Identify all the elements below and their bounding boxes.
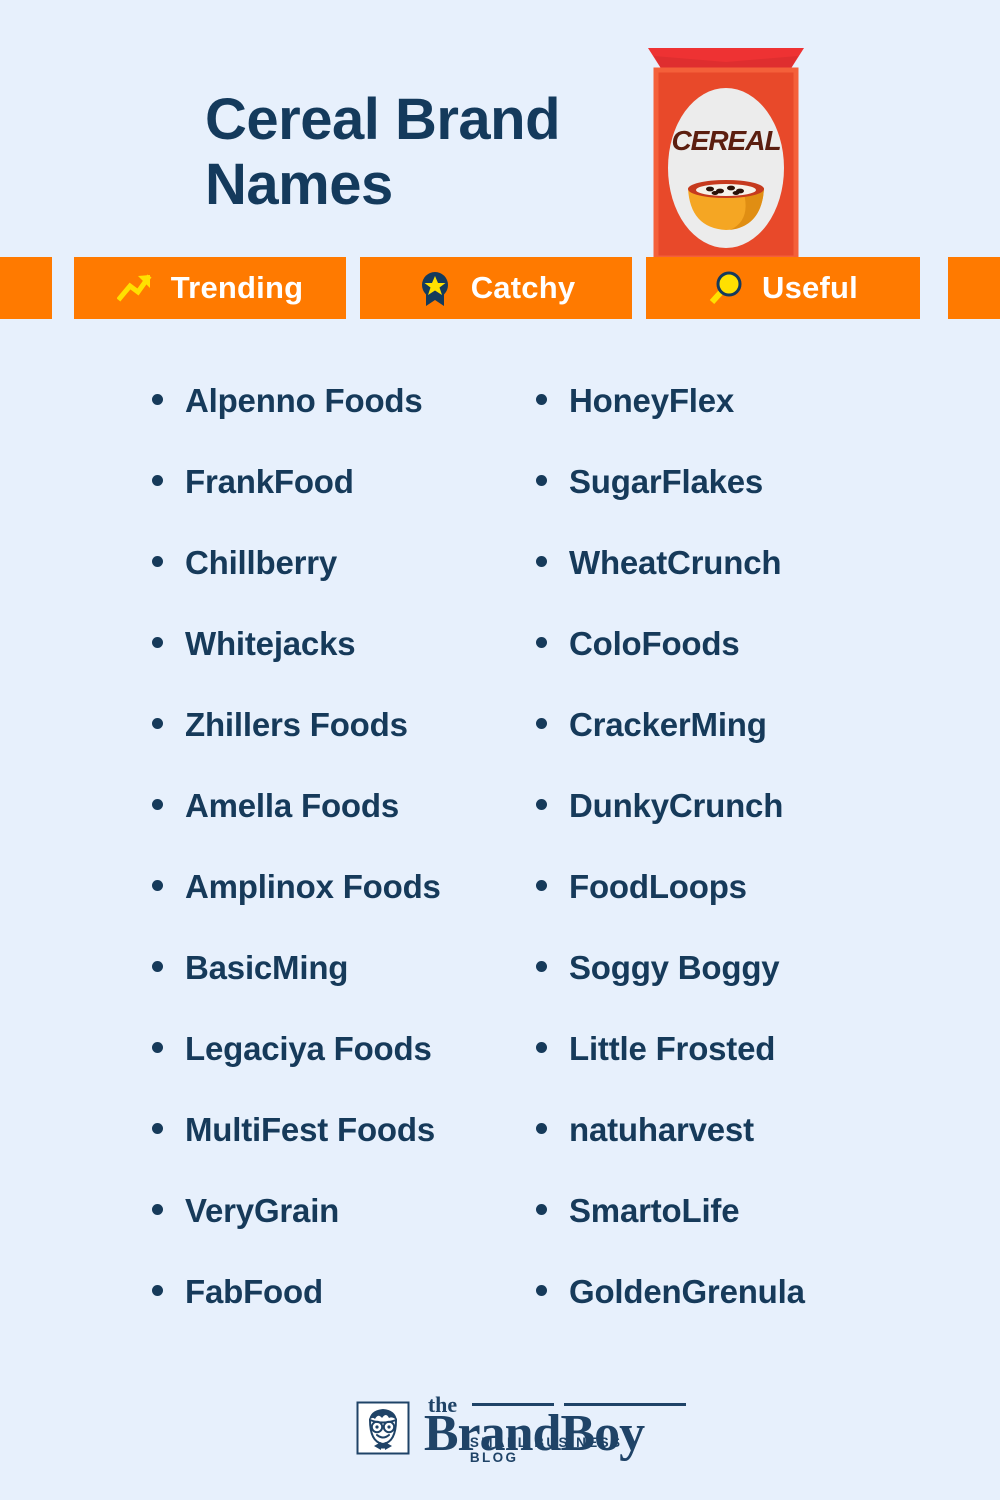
badge-trending-label: Trending	[170, 270, 304, 305]
list-item[interactable]: SmartoLife	[536, 1192, 936, 1273]
list-item[interactable]: Soggy Boggy	[536, 949, 936, 1030]
bullet-icon	[536, 394, 547, 405]
bullet-icon	[152, 718, 163, 729]
bullet-icon	[152, 1285, 163, 1296]
bullet-icon	[536, 799, 547, 810]
names-right-column: HoneyFlex SugarFlakes WheatCrunch ColoFo…	[536, 382, 936, 1354]
bullet-icon	[536, 556, 547, 567]
logo-rule-right	[563, 1403, 686, 1407]
bullet-icon	[536, 880, 547, 891]
name-label: FoodLoops	[569, 868, 747, 905]
bullet-icon	[152, 799, 163, 810]
names-section: Alpenno Foods FrankFood Chillberry White…	[0, 382, 1000, 1342]
list-item[interactable]: Amplinox Foods	[152, 868, 552, 949]
name-label: MultiFest Foods	[185, 1111, 435, 1148]
list-item[interactable]: HoneyFlex	[536, 382, 936, 463]
list-item[interactable]: SugarFlakes	[536, 463, 936, 544]
cereal-box-label: CEREAL	[671, 125, 780, 156]
name-label: FrankFood	[185, 463, 354, 500]
trending-up-icon	[116, 274, 152, 302]
name-label: CrackerMing	[569, 706, 767, 743]
name-label: VeryGrain	[185, 1192, 340, 1229]
list-item[interactable]: GoldenGrenula	[536, 1273, 936, 1354]
name-label: DunkyCrunch	[569, 787, 784, 824]
bullet-icon	[152, 880, 163, 891]
name-label: Little Frosted	[569, 1030, 776, 1067]
name-label: Alpenno Foods	[185, 382, 423, 419]
list-item[interactable]: CrackerMing	[536, 706, 936, 787]
logo-the: the	[427, 1392, 458, 1418]
bullet-icon	[536, 718, 547, 729]
list-item[interactable]: VeryGrain	[152, 1192, 552, 1273]
name-label: Chillberry	[185, 544, 338, 581]
list-item[interactable]: Zhillers Foods	[152, 706, 552, 787]
cereal-box-illustration: CEREAL	[648, 48, 804, 261]
badge-tab-right	[948, 257, 1000, 319]
name-label: BasicMing	[185, 949, 349, 986]
bullet-icon	[152, 556, 163, 567]
name-label: FabFood	[185, 1273, 323, 1310]
list-item[interactable]: MultiFest Foods	[152, 1111, 552, 1192]
bullet-icon	[536, 1285, 547, 1296]
cereal-box-svg: CEREAL	[648, 48, 804, 261]
badge-useful-label: Useful	[762, 270, 858, 305]
magnifying-glass-icon	[709, 271, 742, 305]
name-label: Amella Foods	[185, 787, 399, 824]
list-item[interactable]: FrankFood	[152, 463, 552, 544]
name-label: ColoFoods	[569, 625, 740, 662]
bullet-icon	[152, 475, 163, 486]
names-left-column: Alpenno Foods FrankFood Chillberry White…	[152, 382, 552, 1354]
name-label: Legaciya Foods	[185, 1030, 432, 1067]
bullet-icon	[152, 637, 163, 648]
badge-bar: Trending Catchy Useful	[0, 257, 1000, 319]
name-label: Zhillers Foods	[185, 706, 408, 743]
bullet-icon	[536, 1123, 547, 1134]
list-item[interactable]: Alpenno Foods	[152, 382, 552, 463]
name-label: GoldenGrenula	[569, 1273, 805, 1310]
logo-rule-left	[471, 1403, 554, 1407]
page-title: Cereal Brand Names	[205, 87, 561, 217]
logo-tagline: SMALL BUSINESS BLOG	[469, 1434, 623, 1465]
badge-useful[interactable]: Useful	[646, 257, 920, 319]
list-item[interactable]: Chillberry	[152, 544, 552, 625]
header: Cereal Brand Names CEREAL	[0, 0, 1000, 261]
boy-face-icon	[356, 1401, 410, 1455]
list-item[interactable]: Amella Foods	[152, 787, 552, 868]
name-label: Whitejacks	[185, 625, 356, 662]
bullet-icon	[152, 394, 163, 405]
footer-logo[interactable]: the BrandBoy SMALL BUSINESS BLOG	[0, 1378, 1000, 1478]
bullet-icon	[152, 1042, 163, 1053]
bullet-icon	[152, 1204, 163, 1215]
bullet-icon	[152, 961, 163, 972]
list-item[interactable]: FoodLoops	[536, 868, 936, 949]
bullet-icon	[152, 1123, 163, 1134]
list-item[interactable]: DunkyCrunch	[536, 787, 936, 868]
bullet-icon	[536, 961, 547, 972]
bullet-icon	[536, 475, 547, 486]
award-medal-icon	[421, 272, 448, 306]
bullet-icon	[536, 637, 547, 648]
list-item[interactable]: WheatCrunch	[536, 544, 936, 625]
badge-trending[interactable]: Trending	[74, 257, 346, 319]
list-item[interactable]: Little Frosted	[536, 1030, 936, 1111]
name-label: natuharvest	[569, 1111, 754, 1148]
list-item[interactable]: BasicMing	[152, 949, 552, 1030]
name-label: Amplinox Foods	[185, 868, 441, 905]
badge-catchy[interactable]: Catchy	[360, 257, 632, 319]
list-item[interactable]: Whitejacks	[152, 625, 552, 706]
badge-tab-left	[0, 257, 52, 319]
name-label: WheatCrunch	[569, 544, 782, 581]
list-item[interactable]: ColoFoods	[536, 625, 936, 706]
bullet-icon	[536, 1042, 547, 1053]
name-label: SugarFlakes	[569, 463, 764, 500]
name-label: SmartoLife	[569, 1192, 740, 1229]
list-item[interactable]: natuharvest	[536, 1111, 936, 1192]
badge-catchy-label: Catchy	[470, 270, 576, 305]
name-label: HoneyFlex	[569, 382, 735, 419]
bullet-icon	[536, 1204, 547, 1215]
list-item[interactable]: Legaciya Foods	[152, 1030, 552, 1111]
name-label: Soggy Boggy	[569, 949, 780, 986]
list-item[interactable]: FabFood	[152, 1273, 552, 1354]
